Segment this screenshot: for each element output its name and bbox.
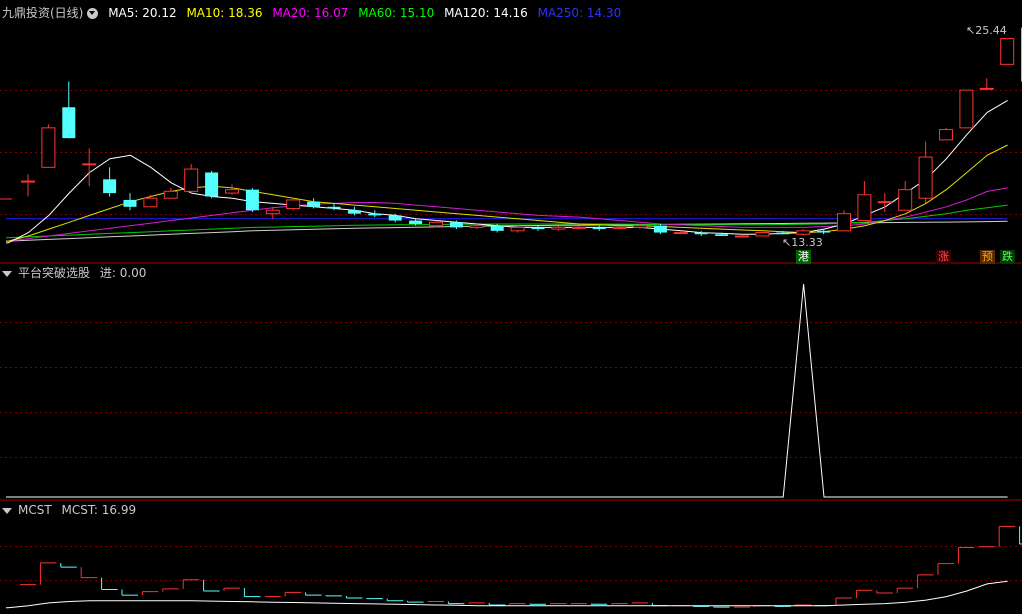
ma250-label: MA250: 14.30	[537, 6, 622, 20]
low-price-marker: ↖13.33	[782, 236, 823, 249]
candle-body-40	[837, 213, 851, 232]
candle-body-7	[163, 190, 178, 199]
candle-body-48	[1000, 38, 1015, 65]
candle-body-10	[225, 189, 239, 194]
candle-body-24	[510, 226, 525, 232]
candle-body-26	[551, 226, 566, 230]
candle-body-34	[715, 234, 729, 236]
ma10-label: MA10: 18.36	[186, 6, 263, 20]
candle-body-8	[184, 168, 199, 192]
candle-body-37	[776, 232, 790, 235]
candle-body-20	[429, 221, 443, 227]
mcst-cost-line	[6, 580, 1008, 609]
candle-body-43	[898, 189, 913, 211]
candle-body-39	[817, 230, 831, 233]
ma5-label: MA5: 20.12	[108, 6, 177, 20]
candle-body-14	[307, 201, 321, 207]
candle-body-35	[735, 235, 749, 238]
candle-body-12	[265, 209, 280, 215]
candle-body-15	[327, 206, 341, 209]
grid-lines	[0, 90, 1022, 581]
mcst-lines	[6, 525, 1022, 609]
candle-body-2	[62, 107, 76, 139]
tag-gang[interactable]: 港	[796, 250, 811, 264]
candlesticks	[0, 27, 1022, 238]
candle-body-46	[959, 89, 974, 129]
candle-body-0	[21, 180, 35, 183]
candle-body-23	[490, 225, 504, 231]
collapse-triangle-icon[interactable]	[2, 507, 12, 514]
candle-body-3	[82, 163, 97, 166]
candle-body-19	[409, 220, 423, 224]
candle-body-1	[41, 127, 56, 168]
candle-body-47	[979, 87, 994, 90]
candle-body-33	[694, 232, 708, 235]
candle-body-21	[449, 222, 463, 228]
collapse-triangle-icon[interactable]	[2, 270, 12, 277]
candle-body-36	[755, 232, 770, 237]
candle-body-31	[653, 225, 667, 233]
mcst-value: MCST: 16.99	[61, 503, 137, 517]
ma60-line	[6, 204, 1008, 239]
ma120-label: MA120: 14.16	[444, 6, 528, 20]
candle-body-29	[612, 226, 627, 229]
price-panel-header: 九鼎投资(日线) MA5: 20.12 MA10: 18.36 MA20: 16…	[2, 6, 627, 20]
dropdown-icon[interactable]	[87, 8, 99, 19]
candle-body-5	[123, 199, 137, 207]
candle-body-28	[592, 227, 606, 230]
mcst-panel-header: MCST MCST: 16.99	[2, 503, 142, 517]
breakout-indicator-name: 平台突破选股	[18, 266, 91, 280]
ma5-line	[6, 99, 1008, 244]
platform-breakout-signal	[6, 283, 1008, 498]
candle-body-22	[469, 225, 484, 228]
candle-body-18	[388, 215, 402, 221]
breakout-signal-line	[6, 283, 1008, 498]
candle-body-42	[877, 201, 892, 204]
breakout-panel-header: 平台突破选股 进: 0.00	[2, 266, 152, 280]
tag-zhang[interactable]: 涨	[936, 250, 951, 264]
candle-body-25	[531, 227, 545, 230]
mcst-indicator-name: MCST	[18, 503, 52, 517]
tag-yu[interactable]: 预	[980, 250, 995, 264]
candle-body-30	[633, 225, 647, 228]
candle-body-17	[368, 213, 382, 216]
stock-chart-canvas[interactable]	[0, 0, 1022, 614]
candle-body-38	[796, 230, 811, 235]
candle-body-45	[939, 129, 953, 141]
candle-body-41	[857, 194, 872, 222]
stock-title: 九鼎投资(日线)	[2, 6, 84, 20]
moving-average-lines	[6, 99, 1008, 244]
candle-body-6	[143, 197, 158, 208]
candle-body-13	[286, 199, 301, 210]
breakout-value: 进: 0.00	[99, 266, 147, 280]
candle-body-27	[571, 226, 586, 229]
candle-body-32	[673, 232, 688, 235]
candle-body-9	[205, 172, 219, 197]
high-price-marker: ↖25.44	[966, 24, 1007, 37]
candle-body-16	[347, 210, 361, 214]
candle-body-11	[245, 189, 259, 211]
candle-body-44	[918, 156, 933, 199]
ma60-label: MA60: 15.10	[358, 6, 435, 20]
tag-die[interactable]: 跌	[1000, 250, 1015, 264]
candle-body-4	[103, 179, 117, 194]
ma20-label: MA20: 16.07	[272, 6, 349, 20]
